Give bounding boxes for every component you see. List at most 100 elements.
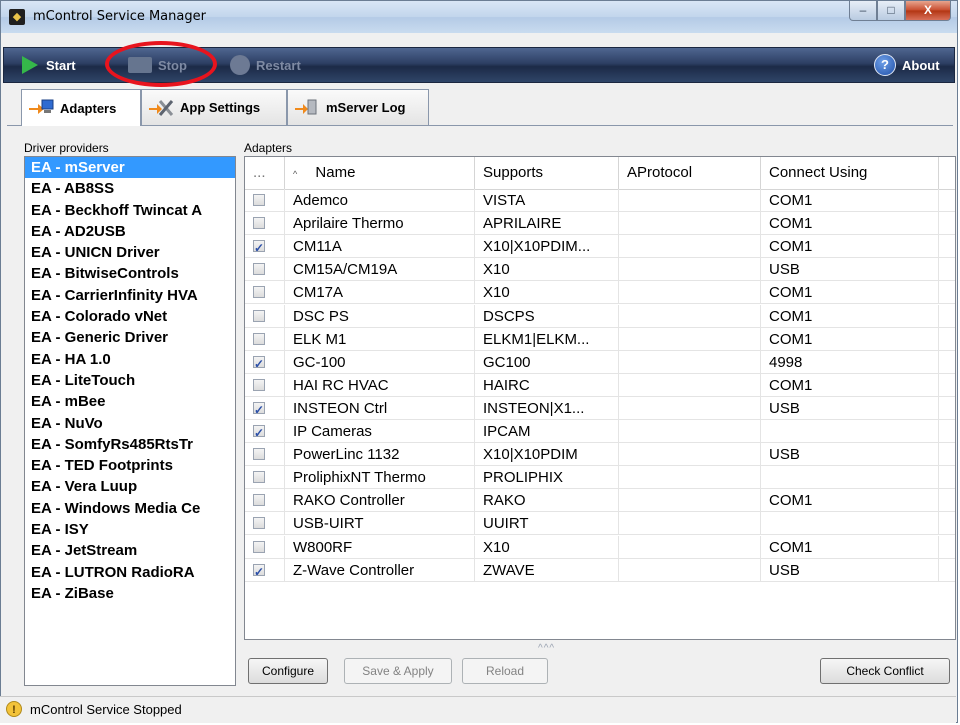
driver-list-item[interactable]: EA - mServer bbox=[25, 157, 235, 179]
check-conflict-button[interactable]: Check Conflict bbox=[820, 658, 950, 684]
enabled-checkbox[interactable] bbox=[253, 422, 265, 443]
table-row[interactable]: ProliphixNT Thermo PROLIPHIX bbox=[245, 466, 955, 490]
tab-app-settings[interactable]: App Settings bbox=[141, 89, 287, 125]
cell-protocol bbox=[619, 512, 761, 536]
driver-list-item[interactable]: EA - ISY bbox=[25, 519, 235, 540]
enabled-checkbox[interactable] bbox=[253, 471, 265, 484]
column-header-supports[interactable]: Supports bbox=[475, 157, 619, 189]
table-row[interactable]: USB-UIRT UUIRT bbox=[245, 512, 955, 536]
minimize-button[interactable]: ‒ bbox=[849, 1, 877, 21]
driver-list-item[interactable]: EA - TED Footprints bbox=[25, 455, 235, 476]
sort-ascending-icon: ^ bbox=[293, 169, 298, 179]
table-row[interactable]: PowerLinc 1132 X10|X10PDIM USB bbox=[245, 443, 955, 467]
drivers-label: Driver providers bbox=[24, 141, 109, 155]
grid-resize-grip[interactable]: ^^^ bbox=[538, 643, 555, 654]
save-apply-button[interactable]: Save & Apply bbox=[344, 658, 452, 684]
cell-supports: IPCAM bbox=[475, 420, 619, 443]
driver-list-item[interactable]: EA - BitwiseControls bbox=[25, 263, 235, 284]
enabled-checkbox[interactable] bbox=[253, 194, 265, 206]
cell-name: W800RF bbox=[285, 535, 475, 559]
close-button[interactable]: X bbox=[905, 1, 951, 21]
about-button[interactable]: ? About bbox=[874, 48, 940, 82]
status-text: mControl Service Stopped bbox=[30, 702, 182, 717]
cell-protocol bbox=[619, 489, 761, 513]
driver-list-item[interactable]: EA - LiteTouch bbox=[25, 370, 235, 391]
cell-connect: COM1 bbox=[761, 373, 939, 397]
driver-list-item[interactable]: EA - UNICN Driver bbox=[25, 242, 235, 263]
configure-button[interactable]: Configure bbox=[248, 658, 328, 684]
table-row[interactable]: Z-Wave ControllerZWAVE USB bbox=[245, 558, 955, 582]
start-button[interactable]: Start bbox=[22, 48, 76, 82]
driver-list-item[interactable]: EA - NuVo bbox=[25, 413, 235, 434]
enabled-checkbox[interactable] bbox=[253, 309, 265, 322]
adapters-grid[interactable]: ... ^ Name Supports AProtocol Connect Us… bbox=[244, 156, 956, 640]
table-row[interactable]: CM15A/CM19A X10 USB bbox=[245, 258, 955, 282]
table-row[interactable]: INSTEON CtrlINSTEON|X1... USB bbox=[245, 396, 955, 420]
column-header-name[interactable]: ^ Name bbox=[285, 157, 475, 189]
driver-list-item[interactable]: EA - ZiBase bbox=[25, 583, 235, 604]
enabled-checkbox[interactable] bbox=[253, 540, 265, 553]
enabled-checkbox[interactable] bbox=[253, 517, 265, 530]
driver-list-item[interactable]: EA - Beckhoff Twincat A bbox=[25, 200, 235, 221]
checkbox-cell bbox=[245, 373, 285, 397]
table-row[interactable]: ELK M1 ELKM1|ELKM... COM1 bbox=[245, 327, 955, 351]
driver-list-item[interactable]: EA - CarrierInfinity HVA bbox=[25, 285, 235, 306]
table-row[interactable]: HAI RC HVAC HAIRC COM1 bbox=[245, 373, 955, 397]
table-row[interactable]: CM11AX10|X10PDIM... COM1 bbox=[245, 235, 955, 259]
table-row[interactable]: RAKO Controller RAKO COM1 bbox=[245, 489, 955, 513]
restart-button[interactable]: Restart bbox=[230, 48, 301, 82]
driver-list-item[interactable]: EA - LUTRON RadioRA bbox=[25, 562, 235, 583]
about-label: About bbox=[902, 57, 940, 73]
cell-supports: GC100 bbox=[475, 350, 619, 374]
driver-list-item[interactable]: EA - AB8SS bbox=[25, 178, 235, 199]
column-header-aprotocol[interactable]: AProtocol bbox=[619, 157, 761, 189]
driver-list-item[interactable]: EA - Generic Driver bbox=[25, 327, 235, 348]
enabled-checkbox[interactable] bbox=[253, 448, 265, 461]
tab-adapters[interactable]: Adapters bbox=[21, 89, 141, 126]
table-row[interactable]: W800RF X10 COM1 bbox=[245, 535, 955, 559]
enabled-checkbox[interactable] bbox=[253, 378, 265, 391]
table-row[interactable]: CM17A X10 COM1 bbox=[245, 281, 955, 305]
table-row[interactable]: Ademco VISTA COM1 bbox=[245, 189, 955, 213]
column-header-check[interactable]: ... bbox=[245, 157, 285, 189]
cell-connect: COM1 bbox=[761, 304, 939, 328]
enabled-checkbox[interactable] bbox=[253, 399, 265, 420]
checkbox-cell bbox=[245, 512, 285, 536]
window-controls: ‒ □ X bbox=[849, 1, 951, 21]
driver-list-item[interactable]: EA - JetStream bbox=[25, 540, 235, 561]
driver-list-item[interactable]: EA - Windows Media Ce bbox=[25, 498, 235, 519]
driver-providers-list[interactable]: EA - mServer EA - AB8SS EA - Beckhoff Twin… bbox=[24, 156, 236, 686]
enabled-checkbox[interactable] bbox=[253, 237, 265, 258]
cell-name: Aprilaire Thermo bbox=[285, 212, 475, 236]
cell-connect: COM1 bbox=[761, 189, 939, 212]
column-header-connect-using[interactable]: Connect Using bbox=[761, 157, 939, 189]
driver-list-item[interactable]: EA - SomfyRs485RtsTr bbox=[25, 434, 235, 455]
table-row[interactable]: GC-100GC100 4998 bbox=[245, 350, 955, 374]
reload-button[interactable]: Reload bbox=[462, 658, 548, 684]
cell-name: IP Cameras bbox=[285, 420, 475, 443]
maximize-button[interactable]: □ bbox=[877, 1, 905, 21]
checkbox-cell bbox=[245, 396, 285, 420]
enabled-checkbox[interactable] bbox=[253, 332, 265, 345]
warning-icon: ! bbox=[6, 701, 22, 717]
enabled-checkbox[interactable] bbox=[253, 286, 265, 299]
enabled-checkbox[interactable] bbox=[253, 561, 265, 582]
driver-list-item[interactable]: EA - AD2USB bbox=[25, 221, 235, 242]
driver-list-item[interactable]: EA - Vera Luup bbox=[25, 476, 235, 497]
title-bar[interactable]: ◆ mControl Service Manager ‒ □ X bbox=[1, 1, 957, 33]
cell-supports: X10 bbox=[475, 258, 619, 282]
enabled-checkbox[interactable] bbox=[253, 217, 265, 230]
tab-mserver-log[interactable]: mServer Log bbox=[287, 89, 429, 125]
cell-name: GC-100 bbox=[285, 350, 475, 374]
cell-connect: COM1 bbox=[761, 327, 939, 351]
table-row[interactable]: DSC PS DSCPS COM1 bbox=[245, 304, 955, 328]
table-row[interactable]: Aprilaire Thermo APRILAIRE COM1 bbox=[245, 212, 955, 236]
driver-list-item[interactable]: EA - Colorado vNet bbox=[25, 306, 235, 327]
driver-list-item[interactable]: EA - HA 1.0 bbox=[25, 349, 235, 370]
enabled-checkbox[interactable] bbox=[253, 494, 265, 507]
table-row[interactable]: IP CamerasIPCAM bbox=[245, 420, 955, 444]
driver-list-item[interactable]: EA - mBee bbox=[25, 391, 235, 412]
cell-protocol bbox=[619, 281, 761, 305]
enabled-checkbox[interactable] bbox=[253, 353, 265, 374]
enabled-checkbox[interactable] bbox=[253, 263, 265, 276]
